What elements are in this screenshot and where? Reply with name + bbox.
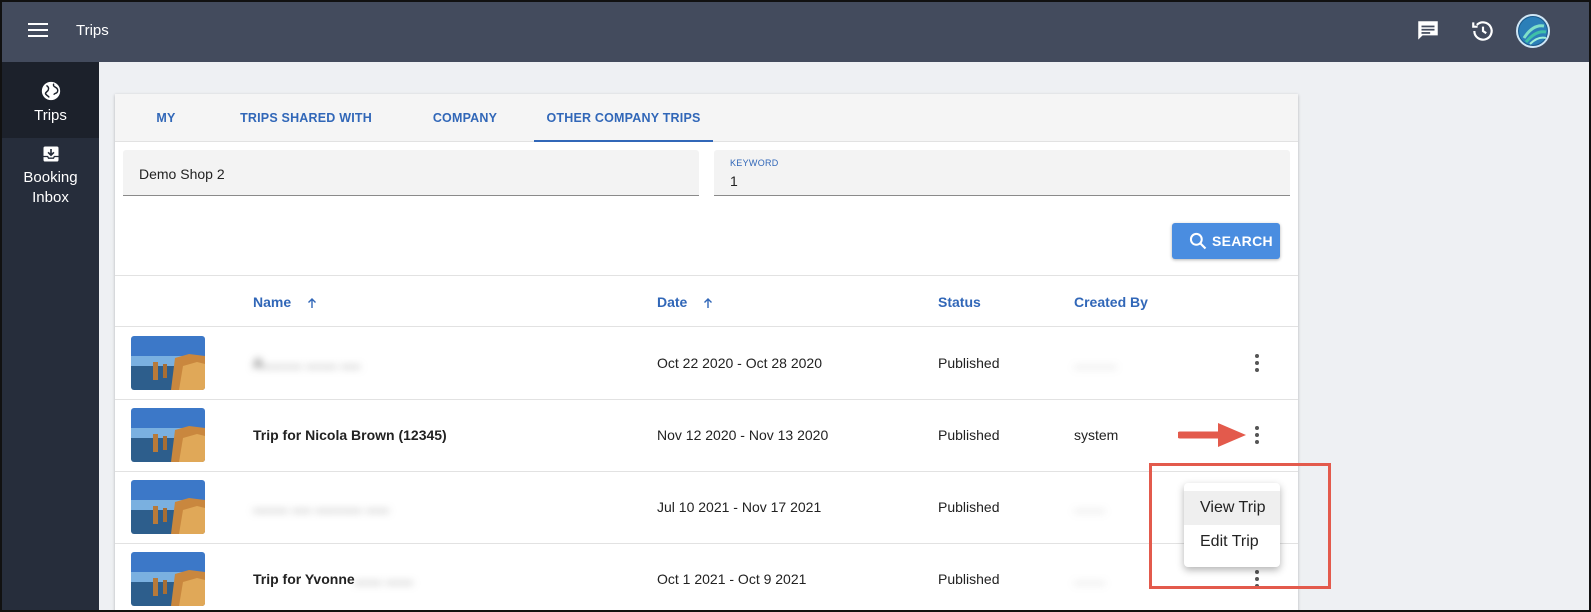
tab-company-trips[interactable]: COMPANY TRIPS <box>419 94 511 173</box>
sort-ascending-icon[interactable] <box>307 297 317 309</box>
table-row[interactable]: Trip for Nicola Brown (12345) Nov 12 202… <box>115 400 1298 472</box>
trip-name-visible: Trip for Yvonne <box>253 571 355 587</box>
trip-name-redacted: ....... ....... <box>354 571 414 587</box>
filter-panel: Demo Shop 2 KEYWORD 1 SEARCH <box>115 142 1298 276</box>
trip-created-by: system <box>1074 427 1119 443</box>
avatar[interactable] <box>1516 14 1550 48</box>
column-header-status[interactable]: Status <box>938 294 981 310</box>
menu-item-edit-trip[interactable]: Edit Trip <box>1184 525 1280 559</box>
annotation-arrow-icon <box>1178 423 1246 447</box>
column-header-label: Date <box>657 294 688 310</box>
search-button-label: SEARCH <box>1212 233 1273 249</box>
tab-my-trips[interactable]: MY TRIPS <box>139 94 193 173</box>
search-icon <box>1189 232 1207 250</box>
trip-status: Published <box>938 427 1000 443</box>
sort-ascending-icon[interactable] <box>703 297 713 309</box>
sidebar: Trips Booking Inbox <box>2 62 99 610</box>
keyword-value: 1 <box>730 173 738 189</box>
history-icon[interactable] <box>1470 18 1496 44</box>
top-app-bar: Trips <box>2 2 1589 62</box>
hamburger-menu-icon[interactable] <box>28 22 48 38</box>
trip-status: Published <box>938 355 1000 371</box>
column-header-date[interactable]: Date <box>657 294 713 310</box>
trip-name[interactable]: A.......... ........ ..... <box>253 355 360 371</box>
trip-thumbnail <box>131 336 205 390</box>
table-row[interactable]: Trip for Yvonne....... ....... Oct 1 202… <box>115 544 1298 610</box>
trip-date: Oct 1 2021 - Oct 9 2021 <box>657 571 807 587</box>
trip-date: Oct 22 2020 - Oct 28 2020 <box>657 355 822 371</box>
column-header-name[interactable]: Name <box>253 294 317 310</box>
inbox-icon <box>43 146 58 162</box>
trip-date: Jul 10 2021 - Nov 17 2021 <box>657 499 822 515</box>
table-header: Name Date Status Created By <box>115 277 1298 327</box>
row-actions-menu: View Trip Edit Trip <box>1184 483 1280 567</box>
trip-date: Nov 12 2020 - Nov 13 2020 <box>657 427 829 443</box>
column-header-created-by[interactable]: Created By <box>1074 294 1148 310</box>
sidebar-item-label: Booking Inbox <box>23 169 78 206</box>
sidebar-item-trips[interactable]: Trips <box>2 62 99 138</box>
trip-thumbnail <box>131 408 205 462</box>
tab-trips-shared-with-me[interactable]: TRIPS SHARED WITH ME <box>239 94 373 173</box>
app-window: Trips Trips Booking Inbox MY TRIPS TRIPS… <box>0 0 1591 612</box>
trip-thumbnail <box>131 480 205 534</box>
trip-status: Published <box>938 499 1000 515</box>
sidebar-item-booking-inbox[interactable]: Booking Inbox <box>2 142 99 208</box>
search-button[interactable]: SEARCH <box>1172 223 1280 259</box>
menu-item-view-trip[interactable]: View Trip <box>1184 491 1280 525</box>
trip-name[interactable]: Trip for Nicola Brown (12345) <box>253 427 447 443</box>
company-select-value: Demo Shop 2 <box>139 166 225 182</box>
app-title: Trips <box>76 22 109 39</box>
trips-card: MY TRIPS TRIPS SHARED WITH ME COMPANY TR… <box>115 94 1298 610</box>
trip-created-by: ........ <box>1074 571 1106 587</box>
tab-other-company-trips[interactable]: OTHER COMPANY TRIPS <box>534 94 713 142</box>
tab-bar: MY TRIPS TRIPS SHARED WITH ME COMPANY TR… <box>115 94 1298 173</box>
trip-created-by: ........... <box>1074 355 1117 371</box>
trip-name[interactable]: ......... ..... ............ ...... <box>253 499 389 515</box>
trip-created-by: ........ <box>1074 499 1106 515</box>
trip-thumbnail <box>131 552 205 606</box>
table-row[interactable]: A.......... ........ ..... Oct 22 2020 -… <box>115 328 1298 400</box>
chat-icon[interactable] <box>1415 18 1441 44</box>
more-vert-icon[interactable] <box>1254 354 1260 372</box>
keyword-label: KEYWORD <box>730 158 779 168</box>
table-row[interactable]: ......... ..... ............ ...... Jul … <box>115 472 1298 544</box>
sidebar-item-label: Trips <box>34 107 67 124</box>
keyword-field[interactable]: KEYWORD 1 <box>714 150 1290 196</box>
trip-status: Published <box>938 571 1000 587</box>
column-header-label: Name <box>253 294 292 310</box>
trip-name[interactable]: Trip for Yvonne....... ....... <box>253 571 413 587</box>
globe-icon <box>41 81 60 101</box>
more-vert-icon[interactable] <box>1254 426 1260 444</box>
company-select[interactable]: Demo Shop 2 <box>123 150 699 196</box>
